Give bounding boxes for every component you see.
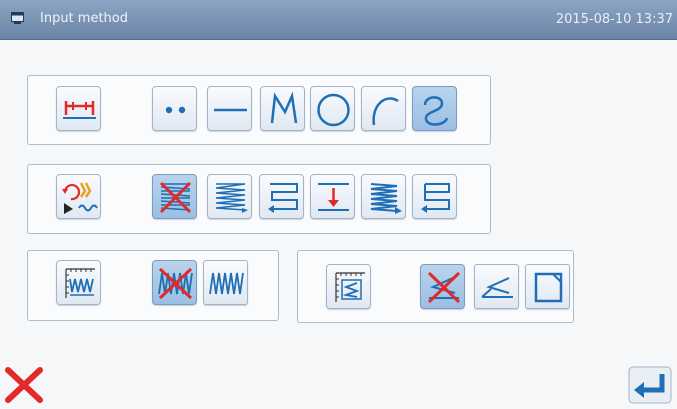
reverse-fill-icon [268, 183, 298, 213]
dense-zigzag-icon [370, 183, 402, 214]
enter-return-icon [628, 366, 672, 404]
datetime-display: 2015-08-10 13:37 [555, 12, 673, 27]
zigzag-measure-icon [65, 268, 95, 298]
down-arrow-fill-button[interactable] [310, 174, 355, 219]
dense-zigzag-button[interactable] [361, 174, 406, 219]
step-stitch-button[interactable] [474, 264, 519, 309]
polyline-icon [270, 91, 298, 124]
point-dots-icon [165, 106, 186, 114]
cancel-x-icon [5, 367, 43, 403]
cancel-button[interactable] [2, 366, 46, 404]
no-zigzag-icon [158, 267, 193, 300]
step-measure-button[interactable] [326, 264, 371, 309]
zigzag-fill-icon [215, 183, 248, 213]
square-frame-button[interactable] [525, 264, 570, 309]
zigzag-button[interactable] [203, 260, 248, 305]
polyline-button[interactable] [260, 86, 305, 131]
point-button[interactable] [152, 86, 197, 131]
no-fill-button[interactable] [152, 174, 197, 219]
no-step-icon [427, 271, 461, 304]
app-window-icon [11, 12, 24, 24]
no-fill-icon [159, 181, 192, 214]
arc-button[interactable] [361, 86, 406, 131]
curve-button[interactable] [412, 86, 457, 131]
straight-line-icon [214, 108, 247, 112]
loop-back-fill-button[interactable] [412, 174, 457, 219]
zigzag-fill-button[interactable] [207, 174, 252, 219]
measure-setting-button[interactable] [56, 86, 101, 131]
down-arrow-fill-icon [318, 183, 349, 211]
step-stitch-icon [481, 277, 513, 298]
loop-back-fill-icon [421, 183, 450, 213]
square-frame-icon [534, 272, 563, 303]
reverse-fill-button[interactable] [259, 174, 304, 219]
measure-bracket-icon [63, 101, 96, 119]
straight-line-button[interactable] [207, 86, 252, 131]
circle-icon [317, 93, 350, 127]
rotate-direction-button[interactable] [56, 174, 101, 219]
no-step-button[interactable] [420, 264, 465, 309]
title-bar: Input method 2015-08-10 13:37 [0, 0, 677, 40]
step-measure-icon [335, 272, 365, 302]
circle-button[interactable] [310, 86, 355, 131]
confirm-enter-button[interactable] [628, 366, 672, 404]
curve-icon [423, 96, 449, 126]
zigzag-measure-button[interactable] [56, 260, 101, 305]
window-title: Input method [40, 11, 128, 26]
rotate-direction-icon [62, 182, 98, 214]
no-zigzag-button[interactable] [152, 260, 197, 305]
zigzag-icon [209, 272, 244, 295]
arc-icon [372, 97, 399, 126]
